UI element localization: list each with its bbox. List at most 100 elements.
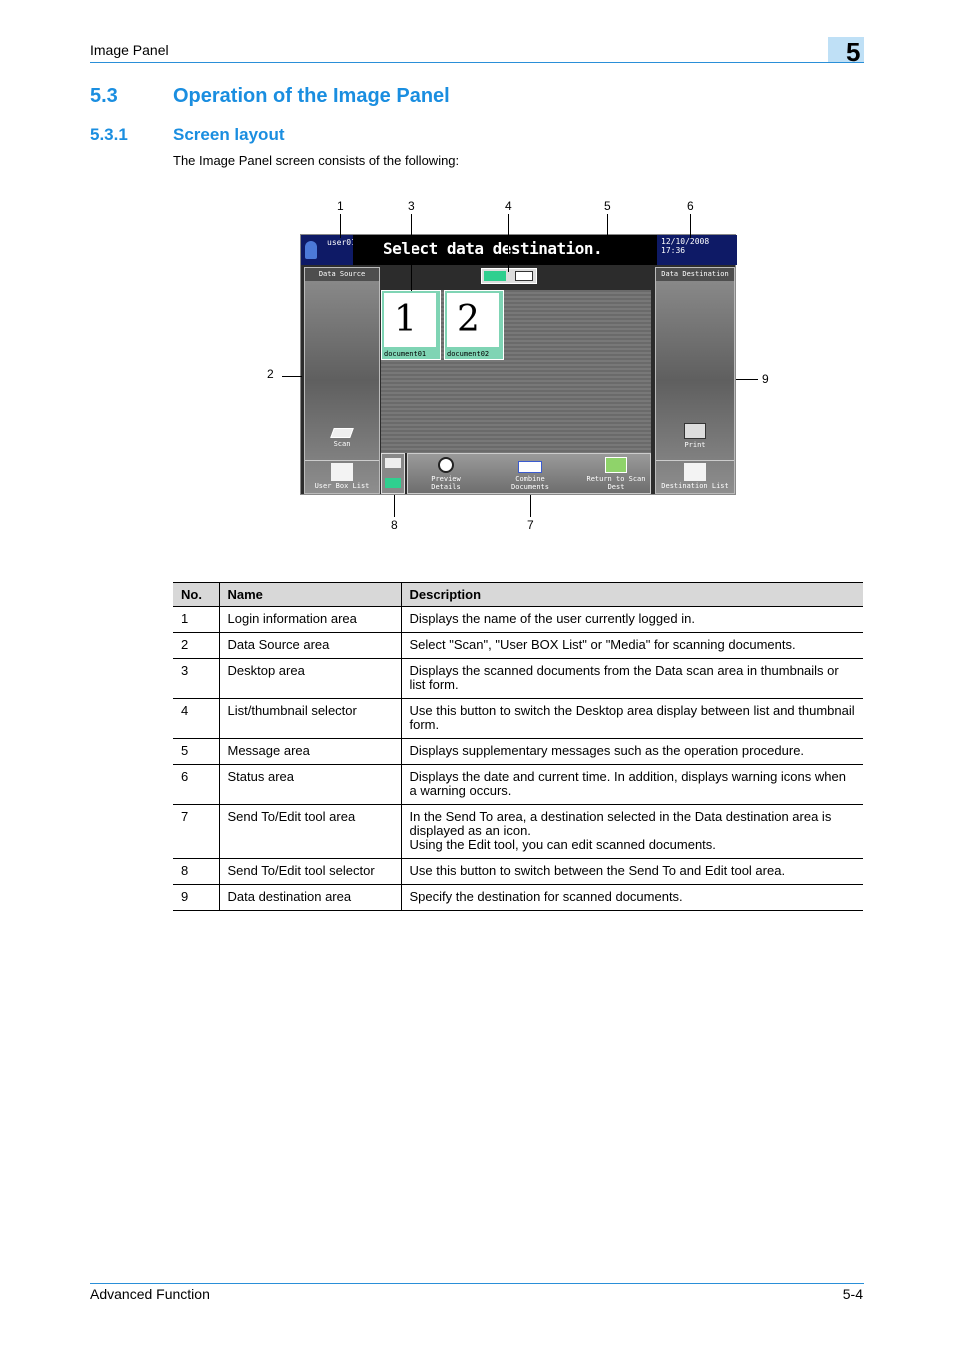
row-number: 9 — [173, 884, 219, 911]
preview-details-button[interactable]: Preview Details — [416, 457, 476, 491]
page-number: 5-4 — [842, 1286, 863, 1302]
leader-line-6 — [690, 214, 691, 238]
leader-line-8 — [394, 495, 395, 517]
document-page-number: 1 — [384, 293, 436, 347]
row-name: Send To/Edit tool selector — [218, 858, 401, 885]
document-name: document01 — [384, 350, 427, 358]
leader-line-2 — [282, 376, 302, 377]
table-row: 4 List/thumbnail selector Use this button … — [173, 698, 863, 739]
row-name: Desktop area — [218, 658, 401, 699]
screen-layout-table: No. Name Description 1 Login information … — [173, 582, 863, 911]
status-area: 12/10/2008 17:36 — [657, 235, 737, 265]
document-thumbnail[interactable]: 1 document01 — [381, 290, 441, 360]
return-icon — [605, 457, 627, 473]
row-number: 6 — [173, 764, 219, 805]
thumbnail-view-icon — [484, 271, 506, 281]
column-header: No. — [173, 582, 219, 607]
box-list-icon — [331, 463, 353, 481]
subsection-number: 5.3.1 — [90, 125, 128, 144]
destination-list-icon — [684, 463, 706, 481]
callout-3: 3 — [408, 199, 415, 213]
row-number: 4 — [173, 698, 219, 739]
destination-list-button[interactable]: Destination List — [656, 460, 734, 494]
message-area: Select data destination. — [353, 235, 657, 265]
user-icon — [305, 241, 317, 259]
document-name: document02 — [447, 350, 490, 358]
row-description: Use this button to switch between the Se… — [400, 858, 863, 885]
data-destination-title: Data Destination — [656, 268, 734, 281]
row-description: Select "Scan", "User BOX List" or "Media… — [400, 632, 863, 659]
callout-2: 2 — [267, 367, 274, 381]
table-row: 9 Data destination area Specify the destin… — [173, 884, 863, 911]
row-name: Status area — [218, 764, 401, 805]
scan-button[interactable]: Scan — [305, 428, 379, 448]
row-description: Specify the destination for scanned docu… — [400, 884, 863, 911]
callout-6: 6 — [687, 199, 694, 213]
row-name: Login information area — [218, 606, 401, 633]
login-area: user01 — [301, 235, 356, 265]
row-description: Displays the scanned documents from the … — [400, 658, 863, 699]
row-name: List/thumbnail selector — [218, 698, 401, 739]
print-button[interactable]: Print — [656, 423, 734, 449]
table-row: 2 Data Source area Select "Scan", "User BO… — [173, 632, 863, 659]
row-description: Displays the date and current time. In a… — [400, 764, 863, 805]
data-source-title: Data Source — [305, 268, 379, 281]
edit-tool-icon — [385, 478, 401, 488]
document-page-number: 2 — [447, 293, 499, 347]
table-row: 1 Login information area Displays the name… — [173, 606, 863, 633]
callout-5: 5 — [604, 199, 611, 213]
data-destination-area: Data Destination Print Destination List — [655, 267, 735, 494]
row-description: Displays supplementary messages such as … — [400, 738, 863, 765]
callout-1: 1 — [337, 199, 344, 213]
intro-text: The Image Panel screen consists of the f… — [173, 153, 460, 168]
header-rule — [90, 62, 864, 63]
destination-list-label: Destination List — [661, 482, 729, 490]
row-number: 8 — [173, 858, 219, 885]
combine-documents-button[interactable]: Combine Documents — [500, 457, 560, 491]
running-header-title: Image Panel — [90, 42, 169, 58]
row-description: In the Send To area, a destination selec… — [400, 804, 863, 859]
list-view-icon — [515, 271, 533, 281]
user-box-label: User Box List — [314, 482, 370, 490]
footer-rule — [90, 1283, 864, 1284]
leader-line-7 — [530, 495, 531, 517]
callout-9: 9 — [762, 372, 769, 386]
send-edit-tool-selector[interactable] — [381, 453, 405, 494]
printer-icon — [684, 423, 706, 439]
row-name: Send To/Edit tool area — [218, 804, 401, 859]
callout-8: 8 — [391, 518, 398, 532]
callout-7: 7 — [527, 518, 534, 532]
column-header: Description — [400, 582, 863, 607]
section-title: Operation of the Image Panel — [173, 85, 450, 107]
return-to-scan-dest-button[interactable]: Return to Scan Dest — [586, 457, 646, 491]
subsection-title: Screen layout — [173, 125, 285, 144]
tool-label: Preview Details — [431, 475, 461, 491]
table-row: 3 Desktop area Displays the scanned docume… — [173, 658, 863, 699]
leader-line-5 — [607, 214, 608, 241]
column-header: Name — [218, 582, 401, 607]
table-row: 8 Send To/Edit tool selector Use this butt… — [173, 858, 863, 885]
row-name: Data destination area — [218, 884, 401, 911]
row-name: Message area — [218, 738, 401, 765]
section-number: 5.3 — [90, 85, 118, 107]
footer-title: Advanced Function — [90, 1286, 210, 1302]
tool-label: Combine Documents — [511, 475, 549, 491]
table-row: 7 Send To/Edit tool area In the Send To ar… — [173, 804, 863, 859]
tool-label: Return to Scan Dest — [586, 475, 646, 491]
panel-screenshot: user01 Select data destination. 12/10/20… — [300, 234, 737, 495]
desktop-area: 1 document01 2 document02 — [381, 290, 651, 453]
row-name: Data Source area — [218, 632, 401, 659]
document-thumbnail[interactable]: 2 document02 — [444, 290, 504, 360]
user-box-list-button[interactable]: User Box List — [305, 460, 379, 494]
table-row: 5 Message area Displays supplementary mess… — [173, 738, 863, 765]
row-number: 7 — [173, 804, 219, 859]
row-description: Use this button to switch the Desktop ar… — [400, 698, 863, 739]
send-edit-tool-area: Preview Details Combine Documents Return… — [407, 453, 651, 494]
row-description: Displays the name of the user currently … — [400, 606, 863, 633]
table-row: 6 Status area Displays the date and curren… — [173, 764, 863, 805]
list-thumbnail-selector[interactable] — [481, 268, 537, 284]
row-number: 2 — [173, 632, 219, 659]
scanner-icon — [330, 428, 354, 438]
data-source-area: Data Source Scan User Box List — [304, 267, 380, 494]
leader-line-1 — [340, 214, 341, 238]
